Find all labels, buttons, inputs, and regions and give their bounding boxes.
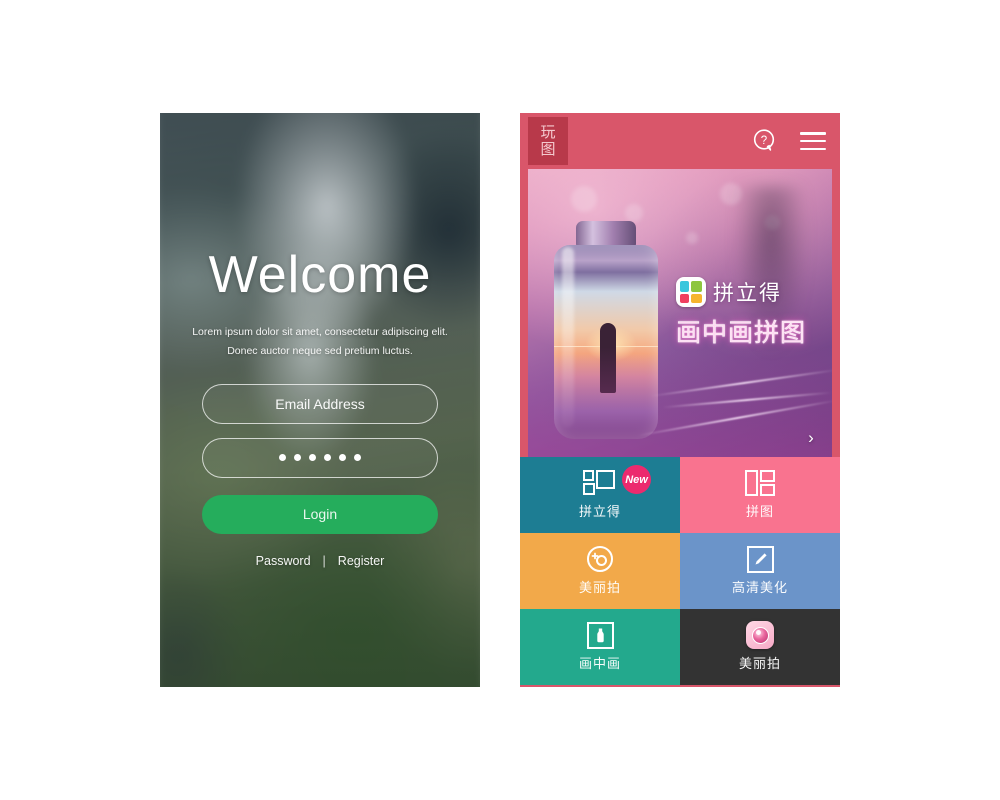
bokeh-dot: [570, 186, 597, 213]
bottle-frame-icon: [586, 621, 614, 649]
login-subtitle-line2: Donec auctor neque sed pretium luctus.: [227, 345, 413, 358]
hamburger-menu-icon[interactable]: [800, 132, 826, 150]
screenshot-canvas: Welcome Lorem ipsum dolor sit amet, cons…: [0, 0, 1000, 800]
login-links: Password | Register: [256, 554, 385, 568]
password-masked-dots: [279, 454, 361, 462]
help-icon[interactable]: ?: [752, 128, 778, 154]
tile-pinlide[interactable]: 拼立得 New: [520, 457, 680, 533]
app-logo-char2: 图: [540, 140, 556, 158]
collage-grid-icon: [583, 470, 617, 496]
camera-circle-icon: [586, 546, 614, 572]
register-link[interactable]: Register: [338, 554, 385, 568]
tile-huazhonghua[interactable]: 画中画: [520, 609, 680, 685]
email-field-value: Email Address: [275, 395, 365, 412]
app-header: 玩 图 ?: [520, 113, 840, 169]
tile-label: 美丽拍: [738, 656, 781, 671]
tile-label: 画中画: [578, 656, 621, 671]
password-link[interactable]: Password: [256, 554, 311, 568]
banner-brand-row: 拼立得: [676, 277, 832, 307]
tile-meilipai-orange[interactable]: 美丽拍: [520, 533, 680, 609]
banner-glow: [528, 347, 832, 457]
login-screen: Welcome Lorem ipsum dolor sit amet, cons…: [160, 113, 480, 687]
tile-meilipai-dark[interactable]: 美丽拍: [680, 609, 840, 685]
tile-label: 拼立得: [578, 504, 621, 519]
app-logo-char1: 玩: [540, 123, 556, 141]
home-screen: 玩 图 ? 拼立得 画中画拼图 › 拼立得 New 拼图 美丽拍 高清美化 画中…: [520, 113, 840, 687]
new-badge: New: [622, 465, 651, 494]
tile-gaoqingmeihua[interactable]: 高清美化: [680, 533, 840, 609]
banner-brand-name: 拼立得: [713, 282, 782, 305]
feature-tile-grid: 拼立得 New 拼图 美丽拍 高清美化 画中画 美丽拍: [520, 457, 840, 685]
tile-pintu[interactable]: 拼图: [680, 457, 840, 533]
tile-label: 拼图: [745, 504, 774, 519]
tile-label: 美丽拍: [578, 580, 621, 595]
banner-text-block: 拼立得 画中画拼图: [676, 277, 832, 349]
collage-app-icon: [676, 277, 706, 307]
puzzle-layout-icon: [745, 470, 775, 496]
pencil-edit-icon: [746, 545, 774, 573]
login-button[interactable]: Login: [202, 494, 438, 534]
bokeh-dot: [625, 203, 644, 222]
bottle-neck: [576, 221, 636, 247]
bokeh-dot: [686, 232, 699, 245]
tile-label: 高清美化: [731, 580, 788, 595]
email-field[interactable]: Email Address: [202, 383, 438, 424]
beauty-camera-app-icon: [746, 621, 774, 649]
login-subtitle: Lorem ipsum dolor sit amet, consectetur …: [175, 323, 465, 362]
banner-next-arrow-icon[interactable]: ›: [800, 427, 822, 449]
password-field[interactable]: [202, 437, 438, 478]
link-divider: |: [322, 553, 326, 568]
banner-headline: 画中画拼图: [676, 319, 807, 348]
promo-banner[interactable]: 拼立得 画中画拼图 ›: [528, 169, 832, 457]
page-title: Welcome: [208, 246, 432, 304]
header-actions: ?: [752, 128, 826, 154]
login-subtitle-line1: Lorem ipsum dolor sit amet, consectetur …: [192, 326, 448, 338]
app-logo[interactable]: 玩 图: [528, 117, 568, 165]
svg-text:?: ?: [761, 135, 767, 147]
